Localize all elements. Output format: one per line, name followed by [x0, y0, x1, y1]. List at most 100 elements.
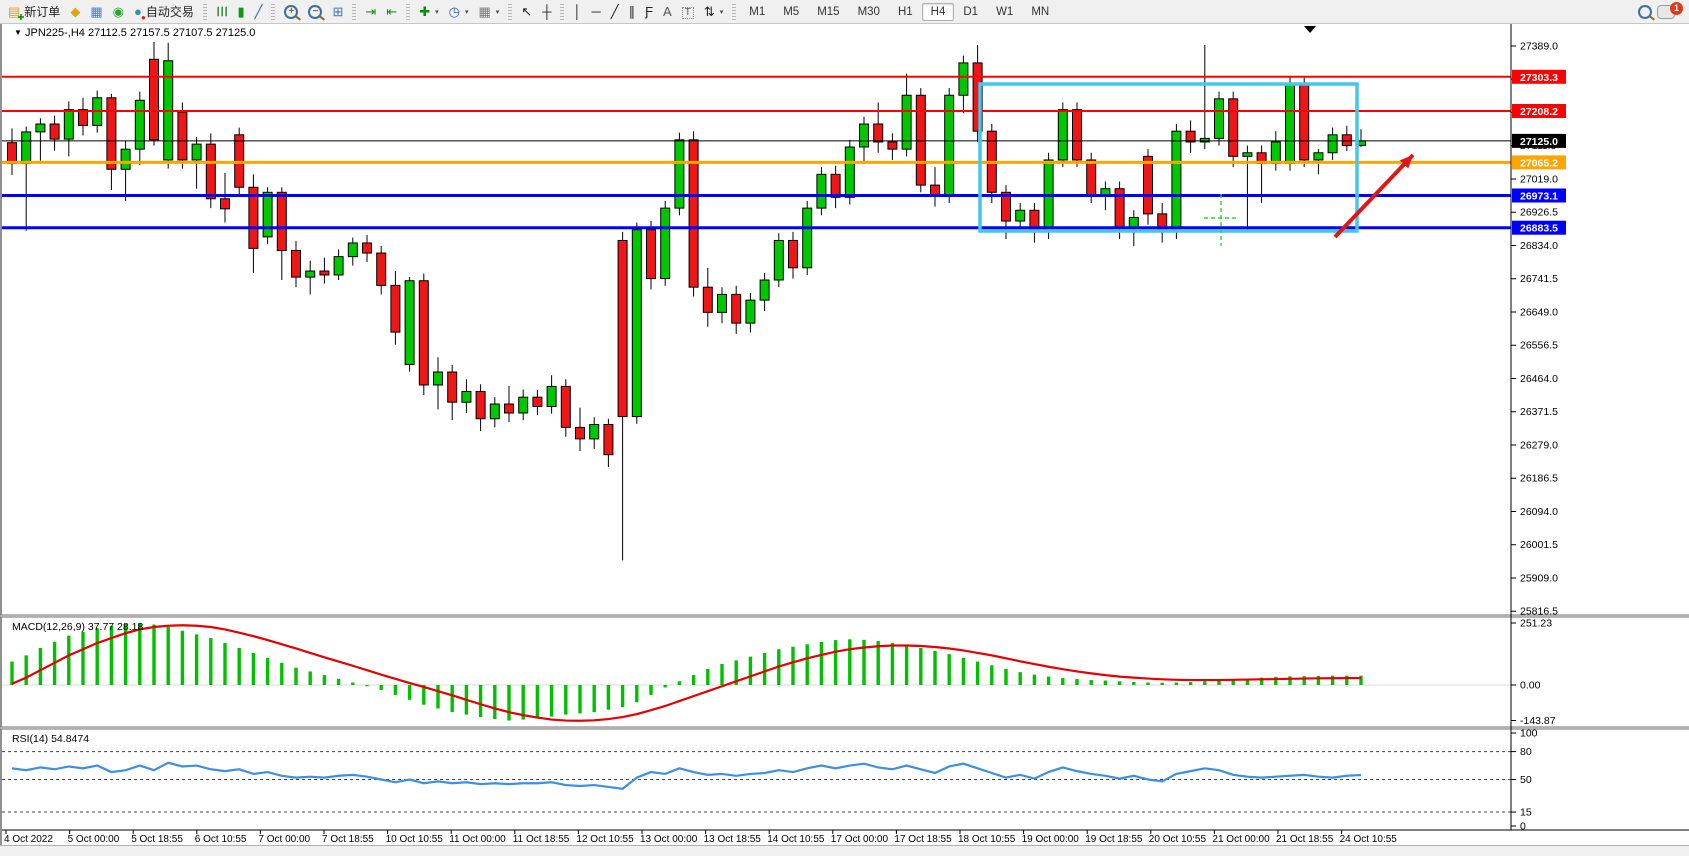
chevron-down-icon: ▾: [720, 8, 724, 16]
svg-text:26556.5: 26556.5: [1520, 340, 1558, 352]
horizontal-line-button[interactable]: ─: [587, 0, 606, 24]
timeframe-d1-button[interactable]: D1: [954, 3, 987, 21]
svg-text:6 Oct 10:55: 6 Oct 10:55: [195, 834, 247, 845]
toolbar-grip: [732, 4, 736, 20]
svg-text:24 Oct 10:55: 24 Oct 10:55: [1340, 834, 1398, 845]
svg-text:19 Oct 00:00: 19 Oct 00:00: [1022, 834, 1080, 845]
chart-collapse-icon[interactable]: ▼: [14, 28, 22, 37]
svg-text:27303.3: 27303.3: [1520, 72, 1558, 84]
svg-text:25816.5: 25816.5: [1520, 606, 1558, 618]
svg-text:26926.5: 26926.5: [1520, 207, 1558, 219]
tile-windows-button[interactable]: ⊞: [327, 0, 348, 24]
tile-windows-icon: ⊞: [332, 5, 343, 18]
badge-icon: ✚: [18, 14, 25, 22]
notification-badge: 1: [1670, 2, 1683, 15]
timeframe-h1-button[interactable]: H1: [889, 3, 922, 21]
toolbar-grip: [203, 4, 207, 20]
svg-text:17 Oct 18:55: 17 Oct 18:55: [894, 834, 952, 845]
timeframe-m30-button[interactable]: M30: [849, 3, 889, 21]
text-icon: A: [663, 5, 672, 18]
toolbar-grip: [406, 4, 410, 20]
trendline-button[interactable]: ╱: [606, 0, 624, 24]
vertical-line-button[interactable]: │: [568, 0, 586, 24]
svg-text:5 Oct 18:55: 5 Oct 18:55: [131, 834, 183, 845]
chart-canvas[interactable]: 27389.027296.527204.027111.527019.026926…: [0, 24, 1689, 856]
timeframe-m5-button[interactable]: M5: [774, 3, 808, 21]
zoom-in-button[interactable]: +: [279, 0, 303, 24]
timeframe-mn-button[interactable]: MN: [1022, 3, 1058, 21]
crosshair-button[interactable]: ┼: [537, 0, 556, 24]
signals-icon[interactable]: ◉: [108, 0, 129, 24]
svg-text:20 Oct 10:55: 20 Oct 10:55: [1149, 834, 1207, 845]
template-button[interactable]: ▦▾: [473, 0, 504, 24]
svg-text:13 Oct 00:00: 13 Oct 00:00: [640, 834, 698, 845]
auto-trading-button[interactable]: ●●自动交易: [129, 0, 199, 24]
new-order-button-label: 新订单: [24, 3, 60, 20]
zoom-out-button[interactable]: −: [303, 0, 327, 24]
svg-text:17 Oct 00:00: 17 Oct 00:00: [831, 834, 889, 845]
svg-text:27389.0: 27389.0: [1520, 41, 1558, 53]
equidistant-channel-button[interactable]: ∥: [624, 0, 641, 24]
svg-text:251.23: 251.23: [1520, 617, 1552, 629]
rsi-label: RSI(14) 54.8474: [12, 733, 89, 745]
svg-text:13 Oct 18:55: 13 Oct 18:55: [704, 834, 762, 845]
chart-shift-icon: ⇤: [386, 5, 397, 18]
svg-text:26973.1: 26973.1: [1520, 190, 1558, 202]
svg-text:26649.0: 26649.0: [1520, 306, 1558, 318]
line-chart-type-icon: ╱: [255, 5, 263, 18]
fibonacci-button[interactable]: Ƒ: [640, 0, 658, 24]
timeframe-w1-button[interactable]: W1: [987, 3, 1022, 21]
fibonacci-icon: Ƒ: [645, 5, 653, 18]
symbols-cube-icon[interactable]: ◆: [65, 0, 85, 24]
svg-text:-143.87: -143.87: [1520, 715, 1556, 727]
crosshair-icon: ┼: [542, 5, 551, 18]
text-label-button[interactable]: T: [677, 0, 699, 24]
bar-chart-type-icon: ☰: [215, 5, 228, 17]
toolbar-grip: [352, 4, 356, 20]
chart-title: ▼ JPN225-,H4 27112.5 27157.5 27107.5 271…: [14, 27, 255, 39]
svg-text:26001.5: 26001.5: [1520, 539, 1558, 551]
equidistant-channel-icon: ∥: [629, 5, 636, 18]
svg-text:11 Oct 00:00: 11 Oct 00:00: [449, 834, 506, 845]
symbols-cube-icon-icon: ◆: [70, 5, 80, 18]
timeframe-h4-button[interactable]: H4: [922, 3, 955, 21]
chart-area[interactable]: 27389.027296.527204.027111.527019.026926…: [0, 24, 1689, 856]
search-button[interactable]: [1633, 0, 1657, 24]
svg-text:26741.5: 26741.5: [1520, 273, 1558, 285]
add-indicator-button[interactable]: ✚▾: [414, 0, 443, 24]
chart-shift-button[interactable]: ⇤: [381, 0, 402, 24]
auto-scroll-button[interactable]: ⇥: [360, 0, 381, 24]
arrows-button[interactable]: ⇅▾: [699, 0, 728, 24]
template-icon: ▦: [478, 5, 490, 18]
svg-text:26186.5: 26186.5: [1520, 473, 1558, 485]
vertical-line-icon: │: [573, 5, 581, 18]
candlestick-type-button[interactable]: ▮: [232, 0, 249, 24]
svg-text:27019.0: 27019.0: [1520, 173, 1558, 185]
svg-text:12 Oct 10:55: 12 Oct 10:55: [576, 834, 634, 845]
svg-text:50: 50: [1520, 774, 1532, 786]
svg-text:18 Oct 10:55: 18 Oct 10:55: [958, 834, 1016, 845]
svg-text:26371.5: 26371.5: [1520, 406, 1558, 418]
svg-text:100: 100: [1520, 728, 1538, 740]
new-order-button[interactable]: ▤✚新订单: [3, 0, 65, 24]
bar-chart-type-button[interactable]: ☰: [211, 0, 233, 24]
text-button[interactable]: A: [658, 0, 677, 24]
svg-text:27065.2: 27065.2: [1520, 157, 1558, 169]
line-chart-type-button[interactable]: ╱: [250, 0, 268, 24]
svg-text:11 Oct 18:55: 11 Oct 18:55: [513, 834, 570, 845]
zoom-out-button-icon: −: [308, 5, 322, 19]
svg-text:14 Oct 10:55: 14 Oct 10:55: [767, 834, 825, 845]
svg-text:5 Oct 00:00: 5 Oct 00:00: [68, 834, 120, 845]
notifications-button[interactable]: 1: [1657, 5, 1675, 19]
svg-text:7 Oct 18:55: 7 Oct 18:55: [322, 834, 374, 845]
timeframe-m1-button[interactable]: M1: [740, 3, 774, 21]
auto-trading-button-label: 自动交易: [146, 3, 194, 20]
svg-text:26834.0: 26834.0: [1520, 240, 1558, 252]
period-button[interactable]: ◷▾: [444, 0, 474, 24]
svg-text:27208.2: 27208.2: [1520, 106, 1558, 118]
timeframe-m15-button[interactable]: M15: [808, 3, 848, 21]
cursor-button[interactable]: ↖: [516, 0, 537, 24]
chart-window-icon[interactable]: ▦: [85, 0, 107, 24]
search-icon: [1638, 5, 1652, 19]
toolbar-grip: [271, 4, 275, 20]
